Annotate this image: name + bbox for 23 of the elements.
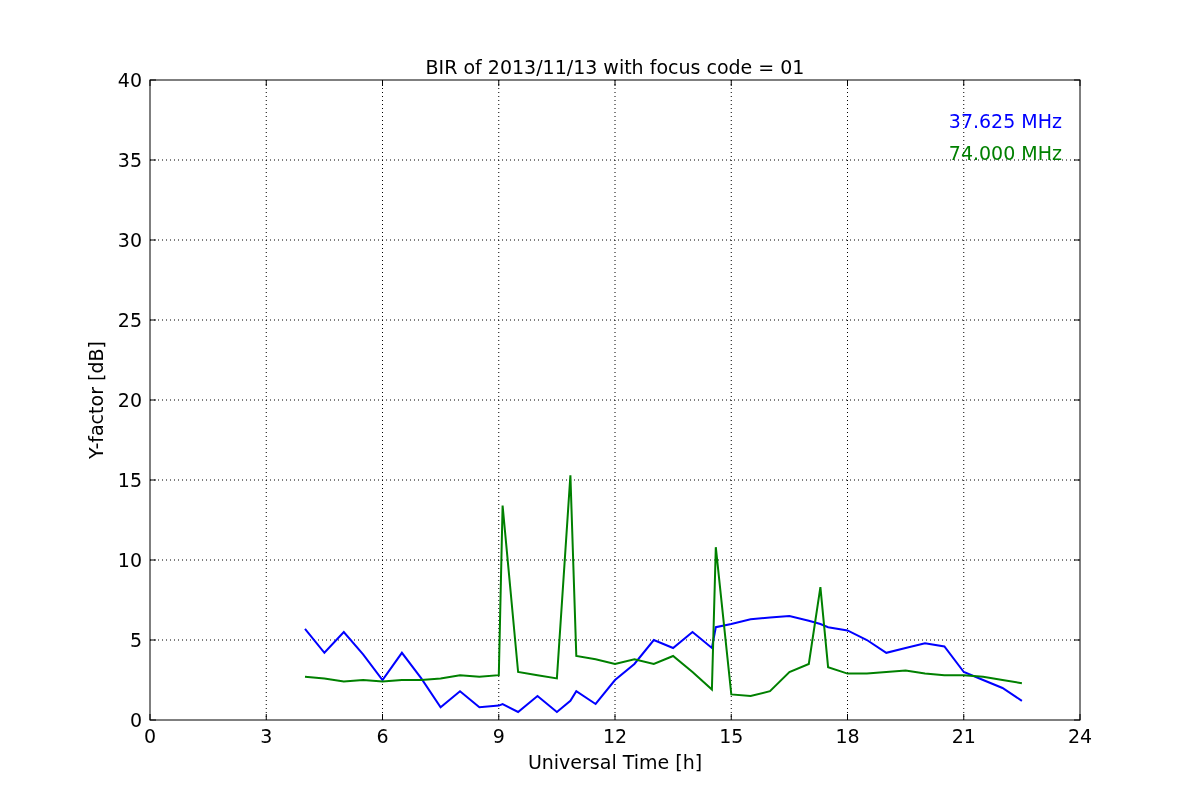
legend-label: 37.625 MHz [948,110,1062,132]
x-tick-label: 24 [1067,725,1093,747]
y-tick-label: 30 [117,229,142,251]
y-tick-label: 20 [117,389,142,411]
x-tick-label: 6 [376,725,389,747]
x-tick-label: 0 [143,725,157,747]
x-tick-label: 12 [602,725,628,747]
legend-label: 74.000 MHz [948,142,1062,164]
x-tick-label: 9 [492,725,505,747]
y-tick-label: 40 [117,69,142,91]
y-tick-label: 35 [117,149,142,171]
x-tick-label: 15 [719,725,744,747]
x-tick-label: 3 [260,725,273,747]
x-tick-label: 18 [835,725,860,747]
x-axis-label: Universal Time [h] [527,751,703,773]
y-tick-label: 5 [129,629,142,651]
x-tick-label: 21 [951,725,976,747]
y-tick-label: 0 [129,709,142,731]
y-tick-label: 10 [117,549,142,571]
y-tick-label: 25 [117,309,142,331]
chart-title: BIR of 2013/11/13 with focus code = 01 [425,56,805,78]
y-axis-label: Y-factor [dB] [85,341,107,459]
y-tick-label: 15 [117,469,142,491]
